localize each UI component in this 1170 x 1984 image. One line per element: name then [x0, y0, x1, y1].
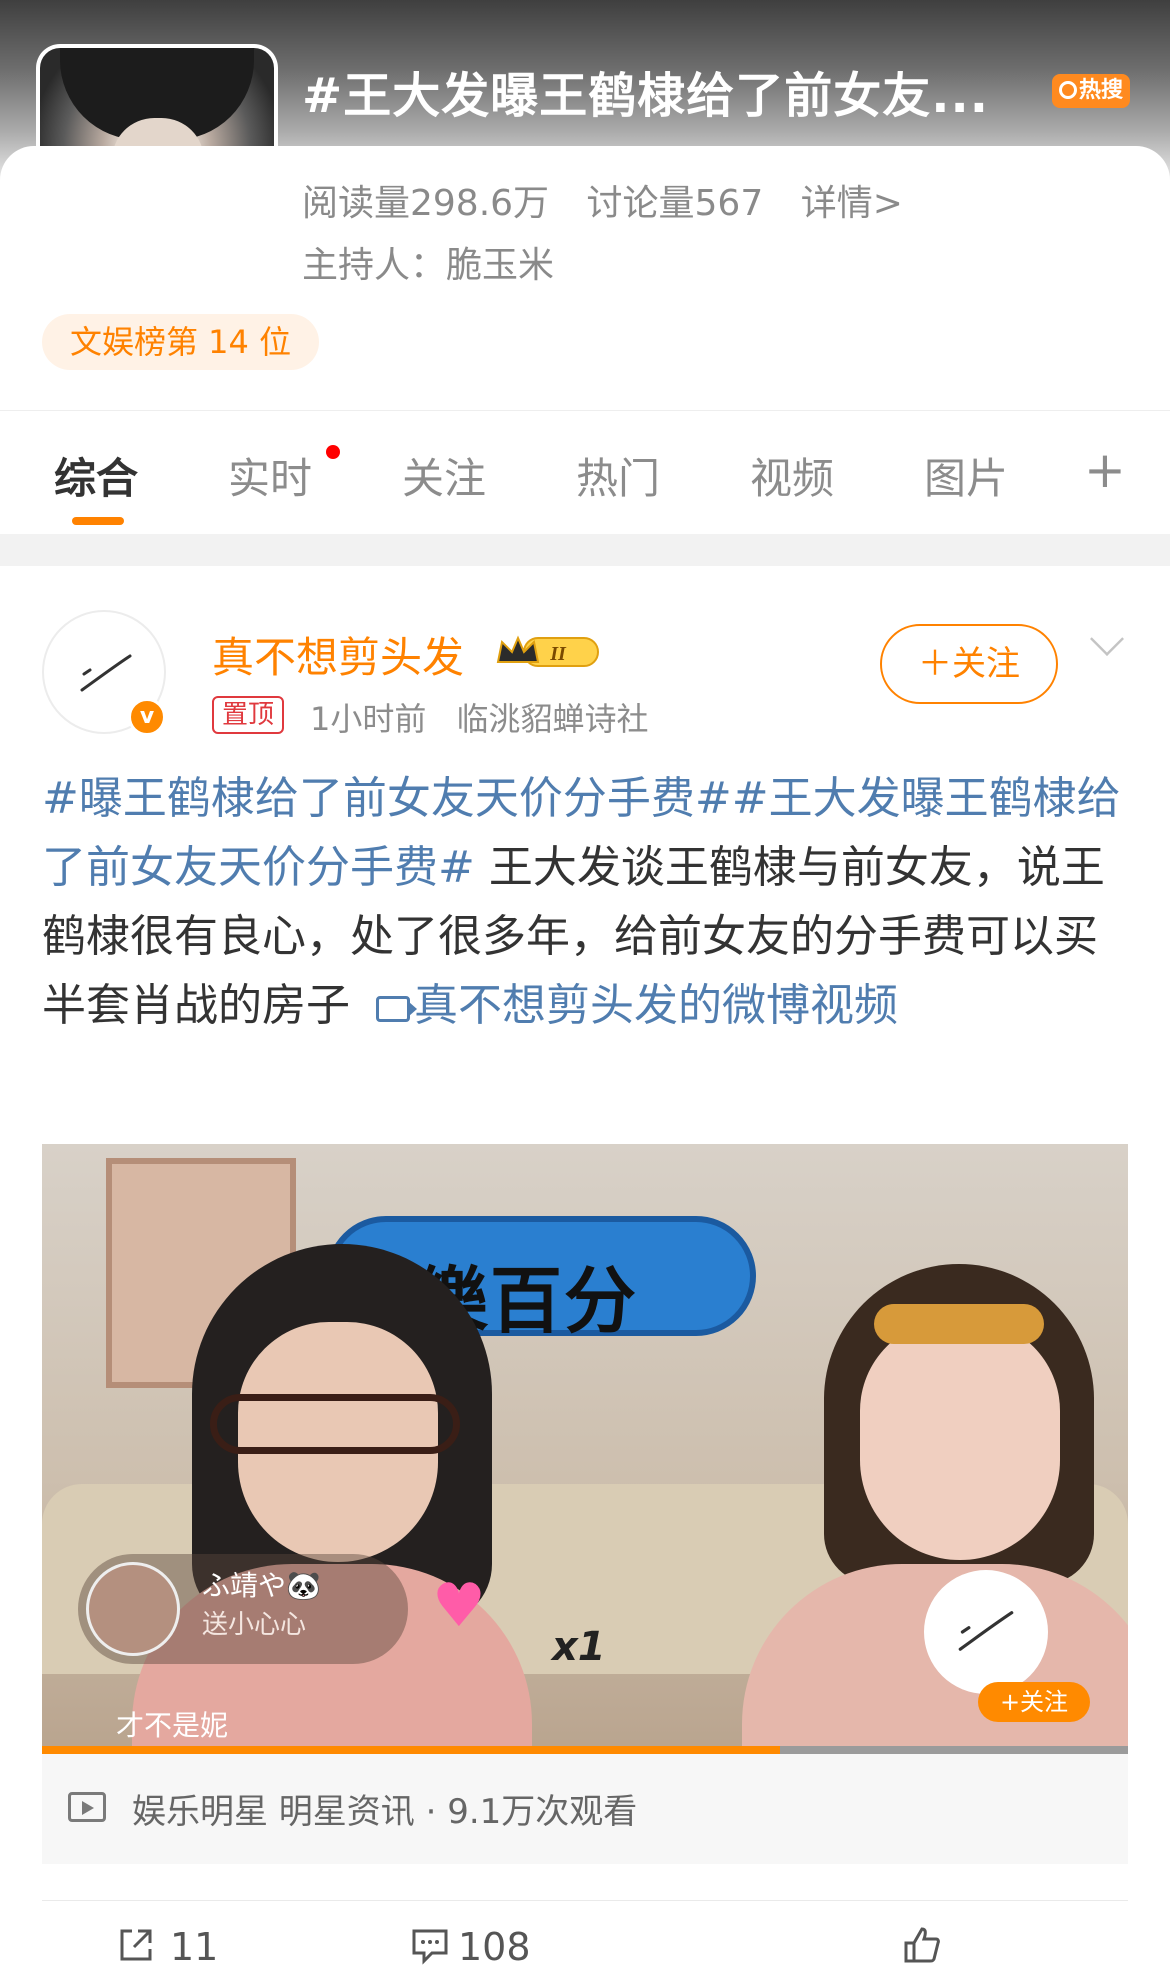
tab-images[interactable]: 图片	[924, 445, 1008, 506]
video-link-icon	[376, 996, 417, 1022]
video-progress-bar[interactable]	[42, 1746, 1128, 1754]
hashtag-link[interactable]: #曝王鹤棣给了前女友天价分手费#	[42, 773, 732, 824]
tab-hot[interactable]: 热门	[576, 445, 660, 506]
video-info-bar[interactable]: 娱乐明星 明星资讯 · 9.1万次观看	[42, 1754, 1128, 1864]
avatar-stroke-icon	[958, 1611, 1014, 1651]
topic-title: #王大发曝王鹤棣给了前女友...	[302, 68, 989, 124]
follow-button[interactable]: ＋关注	[880, 624, 1058, 704]
tab-video[interactable]: 视频	[750, 445, 834, 506]
comment-icon[interactable]	[410, 1925, 450, 1965]
details-link[interactable]: 详情>	[801, 183, 903, 224]
section-divider	[0, 534, 1170, 566]
post-meta: 1小时前 临洮貂蝉诗社	[310, 694, 669, 740]
vip-level: II	[549, 643, 567, 665]
tab-realtime[interactable]: 实时	[228, 445, 312, 506]
topic-stats: 阅读量298.6万 讨论量567 详情>	[302, 174, 929, 226]
like-icon[interactable]	[902, 1925, 942, 1965]
video-author-avatar[interactable]	[924, 1570, 1048, 1694]
share-icon[interactable]	[116, 1925, 156, 1965]
heart-icon: ♥	[432, 1571, 486, 1641]
comment-count[interactable]: 108	[458, 1925, 531, 1969]
tab-active-indicator	[72, 517, 124, 525]
gift-text: 送小心心	[202, 1610, 307, 1640]
gift-user-avatar	[86, 1562, 180, 1656]
gift-user-name: ふ靖や🐼	[202, 1569, 321, 1602]
video-info-text: 娱乐明星 明星资讯 · 9.1万次观看	[132, 1792, 638, 1832]
verified-icon: v	[128, 698, 166, 736]
gift-count: x1	[552, 1624, 606, 1670]
post-body: #曝王鹤棣给了前女友天价分手费##王大发曝王鹤棣给了前女友天价分手费# 王大发谈…	[42, 764, 1132, 1040]
video-caption: 才不是妮	[116, 1709, 229, 1742]
video-follow-button[interactable]: +关注	[978, 1682, 1090, 1722]
red-dot-indicator	[326, 445, 340, 459]
vip-crown-icon[interactable]: II	[494, 632, 604, 672]
tab-following[interactable]: 关注	[402, 445, 486, 506]
tabs-more-icon[interactable]: +	[1084, 441, 1126, 499]
post-time: 1小时前	[310, 700, 427, 738]
share-count[interactable]: 11	[170, 1925, 218, 1969]
topic-header: #王大发曝王鹤棣给了前女友... 热搜 阅读量298.6万 讨论量567 详情>…	[0, 0, 1170, 410]
hot-search-badge: 热搜	[1052, 74, 1130, 108]
post-source: 临洮貂蝉诗社	[456, 700, 649, 738]
post-username[interactable]: 真不想剪头发	[212, 624, 464, 685]
tab-comprehensive[interactable]: 综合	[54, 445, 138, 506]
topic-host[interactable]: 主持人：脆玉米	[302, 236, 554, 288]
hot-label: 热搜	[1078, 78, 1123, 103]
avatar-stroke-icon	[80, 654, 132, 692]
tab-bar: 综合 实时 关注 热门 视频 图片 +	[0, 410, 1170, 534]
discuss-count: 讨论量567	[586, 183, 764, 224]
chevron-down-icon[interactable]	[1090, 622, 1124, 656]
read-count: 阅读量298.6万	[302, 183, 550, 224]
rank-badge[interactable]: 文娱榜第 14 位	[42, 314, 320, 370]
pinned-badge: 置顶	[212, 696, 285, 734]
tv-icon	[68, 1792, 106, 1822]
video-progress-fill	[42, 1746, 781, 1754]
hot-icon	[1058, 81, 1077, 99]
video-link[interactable]: 真不想剪头发的微博视频	[414, 980, 898, 1031]
post-action-bar: 11 108	[42, 1900, 1128, 1984]
